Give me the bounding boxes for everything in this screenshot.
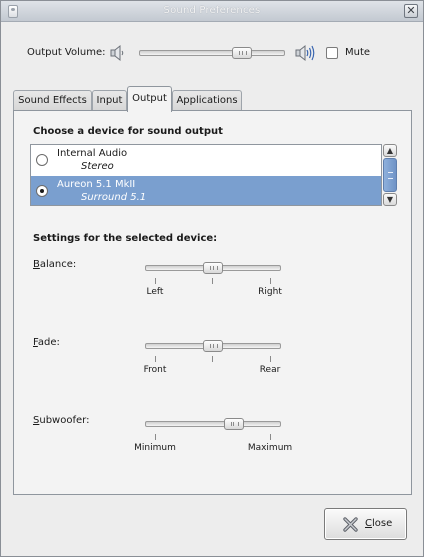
tab-sound-effects[interactable]: Sound Effects [13,90,92,111]
device-list: Internal Audio Stereo Aureon 5.1 MkII Su… [30,144,382,206]
fade-max-label: Rear [259,365,281,375]
output-panel: Choose a device for sound output Interna… [13,110,412,495]
volume-slider-knob[interactable] [232,47,253,59]
tick [212,356,213,362]
sound-preferences-window: Sound Preferences ✕ Output Volume: Mute … [0,0,424,557]
device-radio-internal-audio[interactable] [36,154,48,166]
tab-input[interactable]: Input [92,90,127,111]
device-radio-aureon[interactable] [36,185,48,197]
title-bar[interactable]: Sound Preferences ✕ [1,1,423,22]
subwoofer-min-label: Minimum [134,443,176,453]
fade-label: Fade: [33,337,60,348]
balance-label: Balance: [33,259,77,270]
scroll-down-icon[interactable]: ▼ [383,193,397,206]
fade-slider-knob[interactable] [203,340,223,352]
device-list-scrollbar[interactable]: ▲ ▼ [383,144,397,206]
close-button[interactable]: Close [324,508,407,540]
balance-slider-knob[interactable] [203,262,223,274]
fade-min-label: Front [143,365,167,375]
device-name: Internal Audio [57,148,128,159]
window-close-icon[interactable]: ✕ [404,4,418,18]
tab-output[interactable]: Output [127,86,172,112]
device-row-aureon[interactable]: Aureon 5.1 MkII Surround 5.1 [31,176,381,205]
tick [270,434,271,440]
balance-min-label: Left [146,287,164,297]
volume-slider-track[interactable] [139,50,285,56]
balance-max-label: Right [258,287,282,297]
mute-label[interactable]: Mute [345,47,370,58]
volume-low-icon[interactable] [109,44,127,62]
tick [270,278,271,284]
device-name: Aureon 5.1 MkII [57,179,136,190]
tick [270,356,271,362]
tick [155,434,156,440]
subwoofer-max-label: Maximum [247,443,293,453]
scrollbar-thumb[interactable] [383,158,397,192]
subwoofer-slider-track[interactable] [145,421,281,427]
close-icon [343,517,358,532]
subwoofer-slider-knob[interactable] [223,418,244,430]
window-title: Sound Preferences [163,5,261,16]
device-row-internal-audio[interactable]: Internal Audio Stereo [31,145,381,176]
close-button-label: Close [365,518,393,529]
subwoofer-label: Subwoofer: [33,415,90,426]
tick [155,278,156,284]
tab-applications[interactable]: Applications [172,90,242,111]
volume-high-icon[interactable] [295,43,317,63]
choose-device-heading: Choose a device for sound output [33,126,223,137]
tick [212,278,213,284]
output-volume-label: Output Volume: [27,47,106,58]
device-profile: Stereo [81,161,114,172]
device-profile: Surround 5.1 [81,192,147,203]
scroll-up-icon[interactable]: ▲ [383,144,397,157]
mute-checkbox[interactable] [326,47,338,59]
tick [155,356,156,362]
device-settings-heading: Settings for the selected device: [33,233,218,244]
